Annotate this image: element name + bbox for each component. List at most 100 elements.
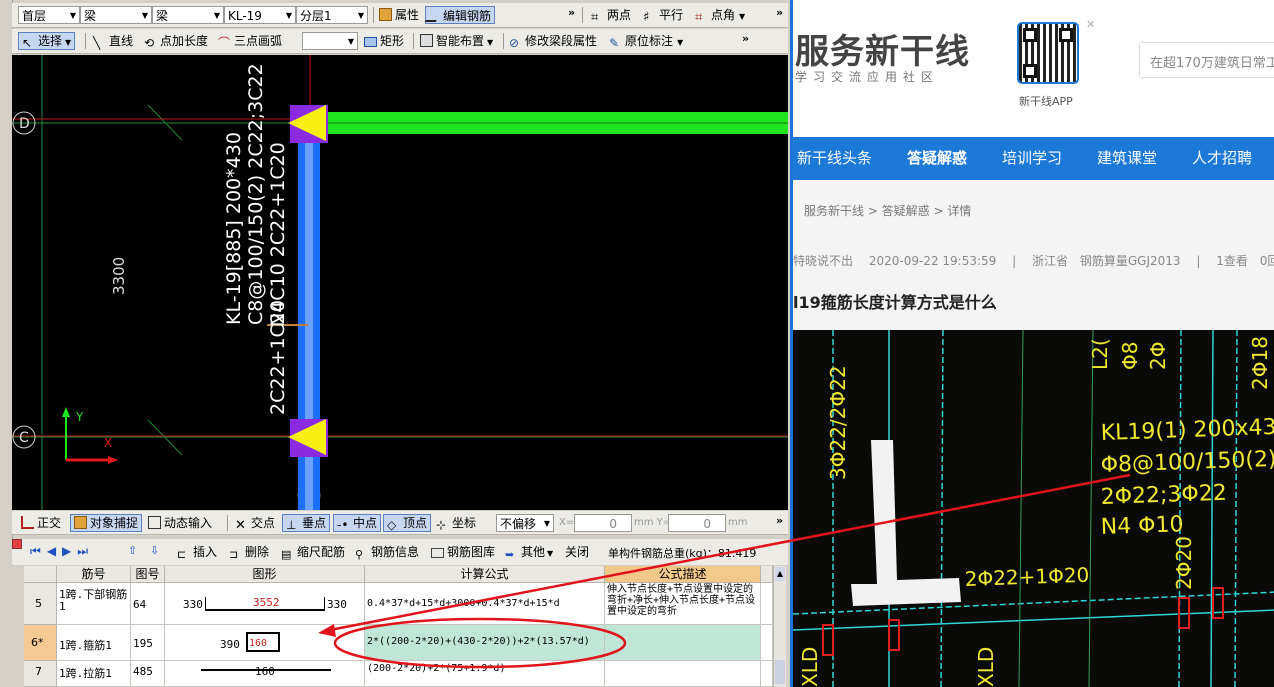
mid-button[interactable]: -• 中点 — [333, 514, 382, 532]
toolbar-overflow-icon[interactable]: » — [568, 6, 575, 19]
row-header-selected[interactable]: 6* — [24, 625, 57, 661]
cell-more[interactable] — [761, 625, 773, 661]
cell-formula-desc[interactable] — [605, 661, 761, 687]
cell-fig-no[interactable]: 195 — [131, 625, 165, 661]
divider — [582, 7, 583, 23]
osnap-button[interactable]: 对象捕捉 — [70, 514, 143, 532]
x-input[interactable]: 0 — [574, 514, 632, 532]
arc-mode-select[interactable]: ▼ — [302, 32, 358, 50]
other-button[interactable]: ➥ 其他 ▼ — [502, 543, 556, 561]
last-icon[interactable]: ⏭ — [77, 544, 94, 558]
drawing-photo[interactable]: 3Φ22/2Φ22 KL19(1) 200x430 Φ8@100/150(2) … — [793, 330, 1274, 687]
qr-code-icon[interactable] — [1017, 22, 1079, 84]
unit-label: mm — [728, 517, 748, 528]
col-header-formula-desc[interactable]: 公式描述 — [605, 566, 761, 583]
meta-user[interactable]: 特晓说不出 — [793, 254, 853, 268]
line-button[interactable]: ╲ 直线 — [90, 32, 136, 50]
vertex-button[interactable]: ◇ 顶点 — [383, 514, 432, 532]
scroll-thumb[interactable] — [775, 660, 785, 684]
layer-select[interactable]: 分层1 ▼ — [296, 6, 368, 24]
offset-select[interactable]: 不偏移 ▼ — [496, 514, 554, 532]
col-header-formula[interactable]: 计算公式 — [365, 566, 605, 583]
scale-rebar-button[interactable]: ▤ 缩尺配筋 — [278, 543, 348, 561]
modify-span-button[interactable]: ⊘ 修改梁段属性 — [506, 32, 600, 50]
element-value: KL-19 — [228, 9, 262, 23]
element-select[interactable]: KL-19 ▼ — [224, 6, 296, 24]
close-button[interactable]: 关闭 — [562, 543, 592, 561]
cell-more[interactable] — [761, 583, 773, 625]
component-type-select[interactable]: 梁 ▼ — [80, 6, 152, 24]
delete-button[interactable]: ⊐ 删除 — [226, 543, 272, 561]
prev-icon[interactable]: ◀ — [47, 544, 62, 558]
insert-button[interactable]: ⊏ 插入 — [174, 543, 220, 561]
component-subtype-select[interactable]: 梁 ▼ — [152, 6, 224, 24]
grid-scrollbar[interactable]: ▲ — [773, 566, 786, 687]
scroll-up-icon[interactable]: ▲ — [775, 567, 785, 581]
site-logo[interactable]: 服务新干线 — [795, 24, 970, 73]
col-header-more[interactable] — [761, 566, 773, 583]
rect-button[interactable]: 矩形 — [361, 32, 407, 50]
close-icon[interactable] — [12, 539, 22, 549]
breadcrumb[interactable]: 服务新干线 > 答疑解惑 > 详情 — [804, 202, 971, 219]
col-header-fig-no[interactable]: 图号 — [131, 566, 165, 583]
cell-formula-desc[interactable]: 伸入节点长度+节点设置中设定的弯折+净长+伸入节点长度+节点设置中设定的弯折 — [605, 583, 761, 625]
coord-button[interactable]: ⊹ 坐标 — [433, 514, 479, 532]
properties-button[interactable]: 属性 — [376, 6, 422, 24]
cell-rebar-name[interactable]: 1跨.箍筋1 — [57, 625, 131, 661]
floor-select[interactable]: 首层 ▼ — [18, 6, 80, 24]
two-points-button[interactable]: ⌗ 两点 — [588, 6, 634, 24]
cell-rebar-name[interactable]: 1跨.拉筋1 — [57, 661, 131, 687]
row-header[interactable]: 5 — [24, 583, 57, 625]
cell-formula-selected[interactable]: 2*((200-2*20)+(430-2*20))+2*(13.57*d) — [365, 625, 605, 661]
cell-shape[interactable]: 330 3552 330 — [165, 583, 365, 625]
cell-formula[interactable]: (200-2*20)+2*(75+1.9*d) — [365, 661, 605, 687]
orig-label-button[interactable]: ✎ 原位标注 ▼ — [606, 32, 686, 50]
row-header[interactable]: 7 — [24, 661, 57, 687]
nav-item-qa[interactable]: 答疑解惑 — [907, 137, 967, 179]
drawing-canvas[interactable]: D C 1 3300 KL-19[885] 200*430 C8@100/150… — [12, 55, 788, 510]
nav-item-headlines[interactable]: 新干线头条 — [797, 137, 872, 179]
insert-label: 插入 — [193, 545, 218, 559]
smart-place-button[interactable]: 智能布置 ▼ — [417, 32, 496, 50]
perp-button[interactable]: ⊥ 垂点 — [282, 514, 331, 532]
cell-fig-no[interactable]: 64 — [131, 583, 165, 625]
dyn-input-button[interactable]: 动态输入 — [145, 514, 215, 532]
cell-rebar-name[interactable]: 1跨.下部钢筋1 — [57, 583, 131, 625]
cell-fig-no[interactable]: 485 — [131, 661, 165, 687]
cell-more[interactable] — [761, 661, 773, 687]
ortho-button[interactable]: 正交 — [18, 514, 64, 532]
cell-shape[interactable]: 390 160 — [165, 625, 365, 661]
close-icon[interactable]: ✕ — [1086, 18, 1095, 31]
rebar-grid-toolbar: ⏮◀▶⏭ ⇧ ⇩ ⊏ 插入 ⊐ 删除 ▤ 缩尺配筋 ⚲ 钢筋信息 钢筋图库 ➥ 其他 ▼ 关… — [12, 539, 788, 565]
rebar-lib-button[interactable]: 钢筋图库 — [428, 543, 498, 561]
photo-kl-line3: 2Φ22;3Φ22 — [1100, 481, 1227, 510]
intersect-button[interactable]: ✕ 交点 — [232, 514, 278, 532]
toolbar-overflow-icon[interactable]: » — [776, 6, 783, 19]
arc3-button[interactable]: ⌒ 三点画弧 — [215, 32, 285, 50]
move-up-icon[interactable]: ⇧ — [128, 544, 137, 557]
nav-item-training[interactable]: 培训学习 — [1002, 137, 1062, 179]
rebar-info-button[interactable]: ⚲ 钢筋信息 — [352, 543, 422, 561]
col-header-rebar-no[interactable]: 筋号 — [57, 566, 131, 583]
move-down-icon[interactable]: ⇩ — [150, 544, 159, 557]
qr-finder — [1023, 64, 1037, 78]
col-header-shape[interactable]: 图形 — [165, 566, 365, 583]
point-length-button[interactable]: ⟲ 点加长度 — [141, 32, 211, 50]
toolbar-overflow-icon[interactable]: » — [742, 32, 749, 45]
search-input[interactable]: 在超170万建筑日常工 — [1139, 42, 1274, 78]
point-angle-button[interactable]: ⌗ 点角 ▼ — [692, 6, 748, 24]
y-input[interactable]: 0 — [668, 514, 726, 532]
select-button[interactable]: ↖ 选择 ▼ — [18, 32, 76, 50]
parallel-button[interactable]: ♯ 平行 — [640, 6, 686, 24]
next-icon[interactable]: ▶ — [62, 544, 77, 558]
toolbar-overflow-icon[interactable]: » — [776, 514, 783, 527]
cell-shape[interactable]: 160 — [165, 661, 365, 687]
record-nav[interactable]: ⏮◀▶⏭ — [30, 544, 94, 559]
nav-item-classroom[interactable]: 建筑课堂 — [1097, 137, 1157, 179]
chevron-down-icon: ▼ — [357, 11, 364, 20]
first-icon[interactable]: ⏮ — [30, 544, 47, 558]
nav-item-jobs[interactable]: 人才招聘 — [1192, 137, 1252, 179]
edit-rebar-button[interactable]: 编辑钢筋 — [424, 6, 496, 24]
cell-formula[interactable]: 0.4*37*d+15*d+3000+0.4*37*d+15*d — [365, 583, 605, 625]
cell-formula-desc[interactable] — [605, 625, 761, 661]
